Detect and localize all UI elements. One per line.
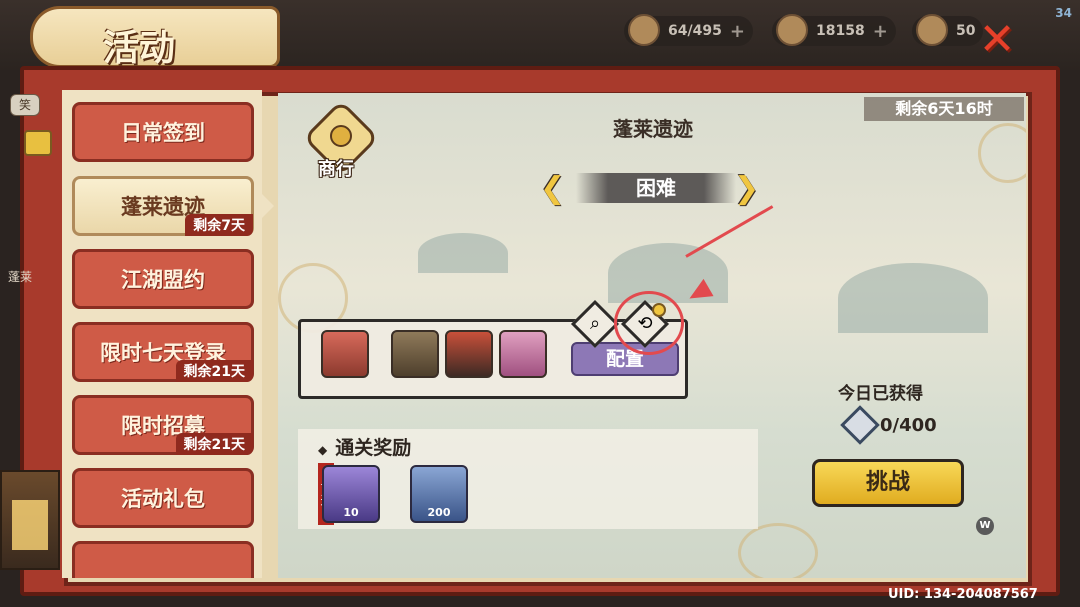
silver-coin-icon xyxy=(916,14,948,46)
page-title: 活动 xyxy=(103,28,176,69)
menu-item-partial[interactable] xyxy=(72,541,254,578)
resource-slot-2[interactable]: 18158 + xyxy=(772,14,896,46)
side-tab[interactable]: 笑 xyxy=(10,94,40,116)
mountain-bg xyxy=(838,263,988,333)
resource-slot-3[interactable]: 50 xyxy=(912,14,984,46)
menu-item-label: 江湖盟约 xyxy=(121,268,205,292)
menu-item-seven-day[interactable]: 限时七天登录 剩余21天 xyxy=(72,322,254,382)
shop-label: 商行 xyxy=(318,159,354,180)
prev-difficulty-button[interactable]: ❮ xyxy=(540,173,565,205)
coin-pouch-icon xyxy=(628,14,660,46)
active-pointer xyxy=(258,190,274,222)
resource-value: 64/495 xyxy=(668,23,722,39)
purple-token-icon[interactable]: 10 xyxy=(322,465,380,523)
fps-counter: 34 xyxy=(1055,6,1072,20)
close-button[interactable]: ✕ xyxy=(975,18,1019,62)
plus-icon[interactable]: + xyxy=(730,21,745,42)
menu-item-penglai[interactable]: 蓬莱遗迹 剩余7天 xyxy=(72,176,254,236)
gold-leaf-icon xyxy=(776,14,808,46)
resource-value: 18158 xyxy=(816,23,865,39)
reward-count: 10 xyxy=(343,506,359,519)
crossed-swords-icon[interactable]: 200 xyxy=(410,465,468,523)
reward-count: 200 xyxy=(427,506,451,519)
menu-item-label: 活动礼包 xyxy=(121,487,205,511)
mountain-bg xyxy=(418,233,508,273)
next-difficulty-button[interactable]: ❯ xyxy=(734,173,759,205)
crossed-swords-icon xyxy=(840,405,880,445)
reward-title: ◆ 通关奖励 xyxy=(318,433,411,460)
menu-item-daily-signin[interactable]: 日常签到 xyxy=(72,102,254,162)
hero-portrait[interactable] xyxy=(499,330,547,378)
today-earned-label: 今日已获得 xyxy=(838,384,923,404)
ingot-icon xyxy=(24,130,52,156)
stage-title: 蓬莱遗迹 xyxy=(613,117,693,141)
side-label: 蓬莱 xyxy=(8,270,33,284)
remaining-badge: 剩余21天 xyxy=(175,360,253,382)
diamond-icon: ◆ xyxy=(318,443,328,457)
resource-value: 50 xyxy=(956,23,976,39)
today-earned-value: 0/400 xyxy=(880,415,937,436)
menu-item-gift-pack[interactable]: 活动礼包 xyxy=(72,468,254,528)
coin-icon xyxy=(330,125,352,147)
cloud-swirl xyxy=(978,123,1026,183)
remaining-time: 剩余6天16时 xyxy=(864,97,1024,121)
hero-portrait[interactable] xyxy=(445,330,493,378)
remaining-badge: 剩余7天 xyxy=(185,214,253,236)
cloud-swirl xyxy=(738,523,818,578)
title-plate: 活动 xyxy=(30,6,280,69)
hero-portrait[interactable] xyxy=(321,330,369,378)
uid-label: UID: 134-204087567 xyxy=(888,587,1038,602)
lantern-glow xyxy=(12,500,48,550)
search-icon: ⌕ xyxy=(589,313,601,334)
difficulty-label: 困难 xyxy=(576,173,736,203)
reward-title-text: 通关奖励 xyxy=(335,437,412,459)
menu-item-jianghu[interactable]: 江湖盟约 xyxy=(72,249,254,309)
plus-icon[interactable]: + xyxy=(873,21,888,42)
highlight-arrow xyxy=(685,205,774,258)
highlight-circle xyxy=(614,291,684,355)
menu-item-recruit[interactable]: 限时招募 剩余21天 xyxy=(72,395,254,455)
stage-panel: 剩余6天16时 蓬莱遗迹 商行 ❮ 困难 ❯ 配置 ⌕ ⟲ ◆通关奖励 首通 1… xyxy=(278,93,1026,578)
resource-slot-1[interactable]: 64/495 + xyxy=(624,14,753,46)
w-badge: W xyxy=(976,517,994,535)
hero-portrait[interactable] xyxy=(391,330,439,378)
remaining-badge: 剩余21天 xyxy=(175,433,253,455)
challenge-button[interactable]: 挑战 xyxy=(812,459,964,507)
reward-panel: ◆通关奖励 首通 10 200 xyxy=(298,429,758,529)
menu-item-label: 日常签到 xyxy=(121,121,205,145)
activity-menu: 日常签到 蓬莱遗迹 剩余7天 江湖盟约 限时七天登录 剩余21天 限时招募 剩余… xyxy=(62,90,262,578)
